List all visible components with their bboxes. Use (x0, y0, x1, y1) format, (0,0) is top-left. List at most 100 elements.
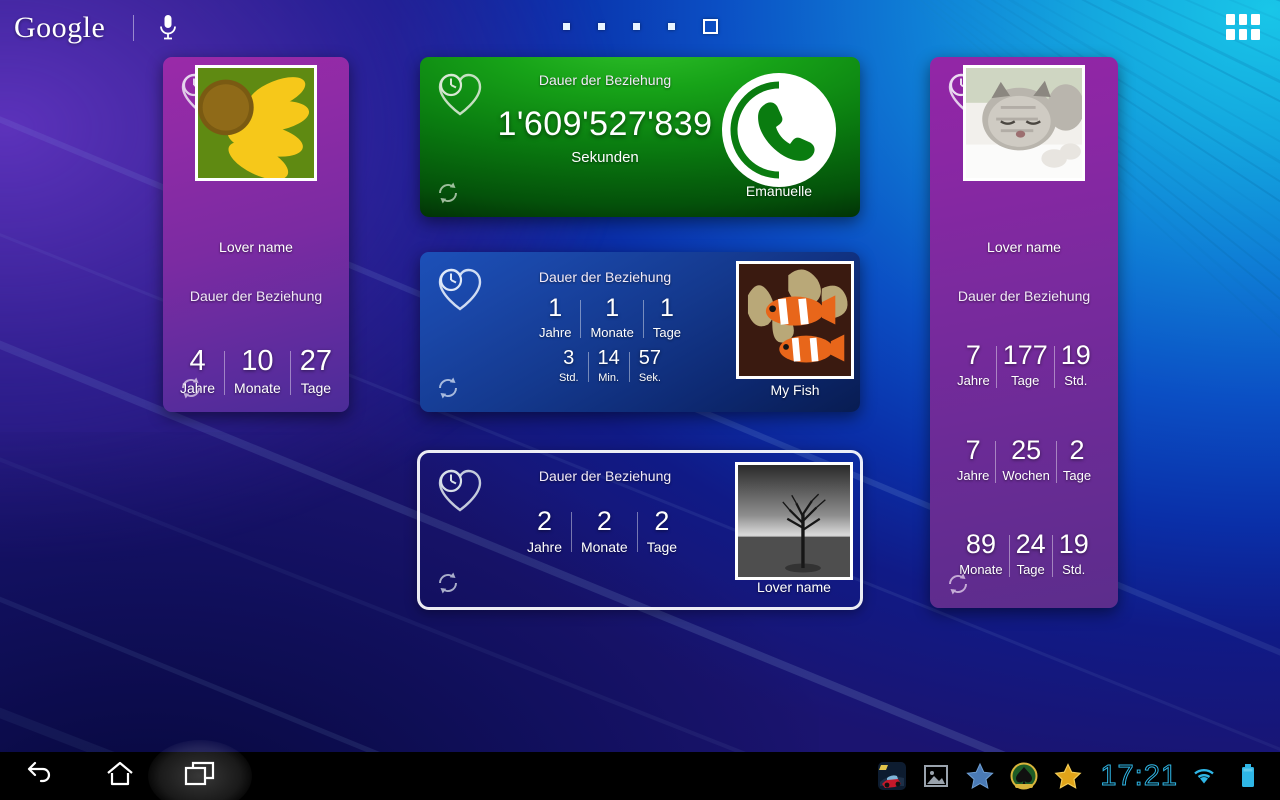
lover-name-label: Emanuelle (745, 183, 813, 199)
stat-label: Tage (1016, 562, 1045, 577)
stat-cell: 7 Jahre (951, 435, 996, 484)
stat-cell: 27 Tage (291, 345, 341, 397)
stats-row-primary: 1 Jahre 1 Monate 1 Tage (490, 294, 730, 341)
lone-tree-bw-photo (738, 465, 850, 577)
lover-name-label: Lover name (987, 239, 1061, 255)
recent-apps-button[interactable] (160, 752, 240, 800)
page-dot-2[interactable] (597, 23, 605, 30)
racing-game-icon[interactable] (870, 752, 914, 800)
battery-icon[interactable] (1226, 752, 1270, 800)
page-dot-4[interactable] (667, 23, 675, 30)
seconds-unit-label: Sekunden (571, 149, 639, 166)
home-icon (105, 760, 135, 793)
stat-label: Monate (580, 539, 628, 555)
stat-label: Min. (598, 372, 620, 384)
page-indicator[interactable] (0, 19, 1280, 34)
seconds-counter: 1'609'527'839 (497, 105, 713, 143)
system-navigation-bar: 17:21 (0, 752, 1280, 800)
stat-value: 7 (965, 340, 981, 370)
stat-value: 3 (563, 347, 575, 369)
lover-name-label: My Fish (770, 382, 820, 398)
stat-cell: 19 Std. (1053, 529, 1095, 578)
page-dot-5[interactable] (702, 19, 718, 34)
page-dot-3[interactable] (632, 23, 640, 30)
back-button[interactable] (0, 752, 80, 800)
stat-value: 89 (965, 529, 996, 559)
stat-value: 14 (597, 347, 620, 369)
nav-buttons (0, 752, 240, 800)
lover-photo[interactable] (195, 65, 317, 181)
back-arrow-icon (25, 761, 55, 792)
stat-cell: 1 Monate (581, 294, 642, 341)
lover-photo[interactable] (736, 261, 854, 379)
poker-ace-icon[interactable] (1002, 752, 1046, 800)
stat-value: 2 (596, 506, 612, 536)
stat-label: Tage (646, 539, 678, 555)
stat-value: 27 (299, 345, 332, 377)
stat-label: Monate (234, 380, 281, 396)
clownfish-photo (739, 264, 851, 376)
stat-cell: 1 Tage (644, 294, 690, 341)
recent-apps-icon (184, 760, 216, 793)
stat-value: 57 (638, 347, 662, 369)
stat-cell: 2 Tage (1057, 435, 1097, 484)
stat-value: 19 (1058, 529, 1089, 559)
page-dot-1[interactable] (562, 23, 570, 30)
stat-cell: 2 Tage (638, 508, 686, 556)
widget-transparent-tree[interactable]: Dauer der Beziehung 2 Jahre 2 Monate 2 Tage (417, 450, 863, 610)
stat-cell: 19 Std. (1055, 340, 1097, 389)
stat-label: Tage (652, 325, 682, 340)
stat-value: 19 (1060, 340, 1091, 370)
blue-star-icon[interactable] (958, 752, 1002, 800)
stat-value: 1 (659, 294, 674, 322)
stat-cell: 10 Monate (225, 347, 290, 397)
widget-blue-fish[interactable]: Dauer der Beziehung 1 Jahre 1 Monate 1 Tage 3… (420, 252, 860, 412)
sleeping-kitten-photo (966, 68, 1082, 178)
stat-value: 177 (1002, 340, 1048, 370)
stat-cell: 57 Sek. (630, 348, 670, 384)
top-bar: Google (0, 0, 1280, 56)
stat-cell: 24 Tage (1010, 531, 1052, 578)
stats-row: 2 Jahre 2 Monate 2 Tage (484, 506, 720, 556)
stat-cell: 177 Tage (997, 340, 1054, 389)
stat-label: Sek. (638, 372, 661, 384)
stat-value: 2 (1069, 435, 1085, 465)
stat-cell: 25 Wochen (996, 435, 1055, 484)
stat-label: Monate (590, 325, 634, 340)
system-tray: 17:21 (870, 752, 1280, 800)
lover-name-label: Lover name (219, 239, 293, 255)
stat-value: 1 (605, 294, 620, 322)
apps-grid-icon[interactable] (1226, 14, 1260, 40)
stat-label: Jahre (538, 325, 572, 340)
stats-row-1: 7 Jahre 177 Tage 19 Std. (930, 342, 1118, 388)
stat-label: Jahre (957, 373, 990, 388)
wifi-icon[interactable] (1182, 752, 1226, 800)
stat-label: Jahre (956, 468, 990, 483)
widget-right-purple[interactable]: Lover name Dauer der Beziehung 7 Jahre 177… (930, 57, 1118, 608)
stat-label: Std. (558, 372, 579, 384)
stat-value: 25 (1011, 435, 1042, 465)
widget-green-seconds[interactable]: Dauer der Beziehung 1'609'527'839 Sekund… (420, 57, 860, 217)
lover-name-label: Lover name (757, 579, 831, 595)
lover-photo[interactable] (963, 65, 1085, 181)
status-clock[interactable]: 17:21 (1100, 759, 1178, 793)
lover-photo[interactable] (735, 462, 853, 580)
stat-cell: 2 Jahre (518, 508, 571, 556)
stat-cell: 7 Jahre (951, 340, 996, 389)
stat-label: Tage (1062, 468, 1092, 483)
stat-value: 1 (548, 294, 563, 322)
stat-label: Jahre (526, 539, 562, 555)
widget-left-purple[interactable]: Lover name Dauer der Beziehung 4 Jahre 10 M… (163, 57, 349, 412)
stat-value: 7 (965, 435, 981, 465)
gold-star-icon[interactable] (1046, 752, 1090, 800)
stat-cell: 1 Jahre (530, 294, 581, 341)
stat-cell: 3 Std. (550, 348, 588, 384)
phone-call-icon[interactable] (720, 71, 838, 189)
stat-label: Std. (1062, 562, 1086, 577)
stat-label: Tage (1011, 373, 1040, 388)
widget-title: Dauer der Beziehung (189, 288, 323, 304)
sunflower-photo (198, 68, 314, 178)
stats-row-secondary: 3 Std. 14 Min. 57 Sek. (490, 348, 730, 384)
stat-label: Tage (300, 380, 332, 396)
gallery-image-icon[interactable] (914, 752, 958, 800)
